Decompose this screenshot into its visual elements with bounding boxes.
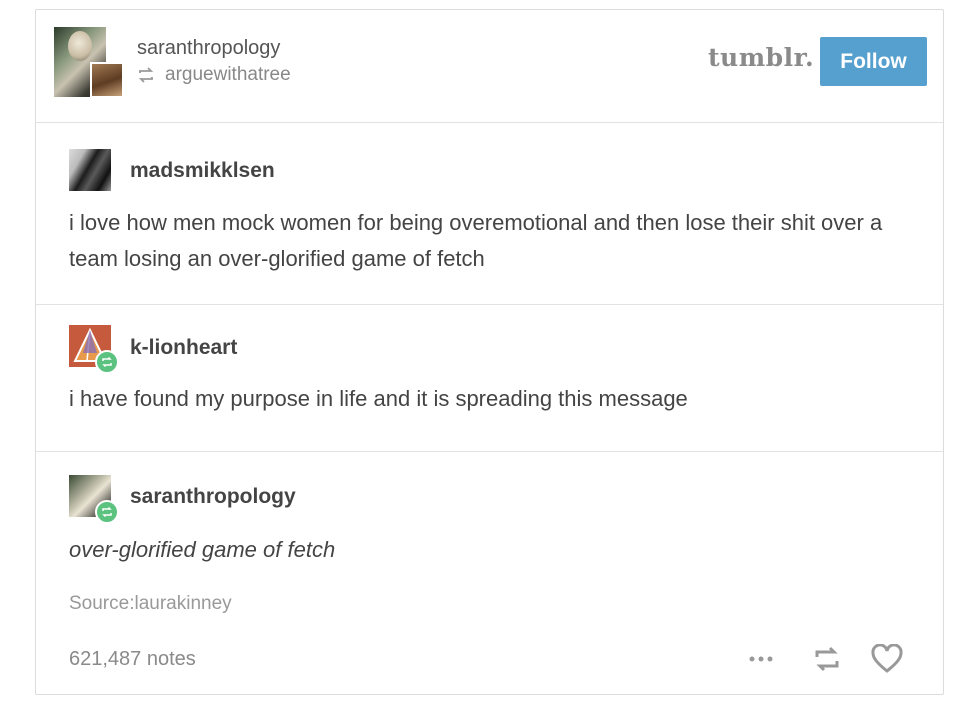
source-link[interactable]: Source:laurakinney xyxy=(69,593,232,615)
heart-icon[interactable] xyxy=(870,642,904,676)
trail-item: k-lionheart i have found my purpose in l… xyxy=(36,305,943,452)
blog-name[interactable]: saranthropology xyxy=(137,37,280,60)
trail-item: saranthropology over-glorified game of f… xyxy=(36,452,943,696)
post-actions xyxy=(746,642,904,676)
follow-button[interactable]: Follow xyxy=(820,37,927,86)
trail-username[interactable]: saranthropology xyxy=(130,485,296,509)
more-icon[interactable] xyxy=(746,644,776,674)
trail-username[interactable]: madsmikklsen xyxy=(130,159,275,183)
reblogged-from-name[interactable]: arguewithatree xyxy=(165,64,291,85)
post-header: saranthropology arguewithatree tumblr. F… xyxy=(36,10,943,123)
reblog-source-avatar[interactable] xyxy=(90,62,124,98)
reblog-icon xyxy=(138,67,154,83)
reblogged-from: arguewithatree xyxy=(137,64,291,86)
reblog-icon[interactable] xyxy=(812,644,842,674)
tumblr-logo[interactable]: tumblr. xyxy=(708,43,814,72)
reblog-badge-icon xyxy=(95,350,119,374)
notes-count[interactable]: 621,487 notes xyxy=(69,648,196,671)
avatar-face xyxy=(68,31,92,61)
trail-username[interactable]: k-lionheart xyxy=(130,336,237,360)
user-avatar[interactable] xyxy=(69,149,111,191)
post-card: saranthropology arguewithatree tumblr. F… xyxy=(35,9,944,695)
trail-text: i love how men mock women for being over… xyxy=(69,210,883,271)
trail-item: madsmikklsen i love how men mock women f… xyxy=(36,123,943,305)
trail-text: over-glorified game of fetch xyxy=(69,537,336,562)
reblog-badge-icon xyxy=(95,500,119,524)
trail-text: i have found my purpose in life and it i… xyxy=(69,386,688,411)
